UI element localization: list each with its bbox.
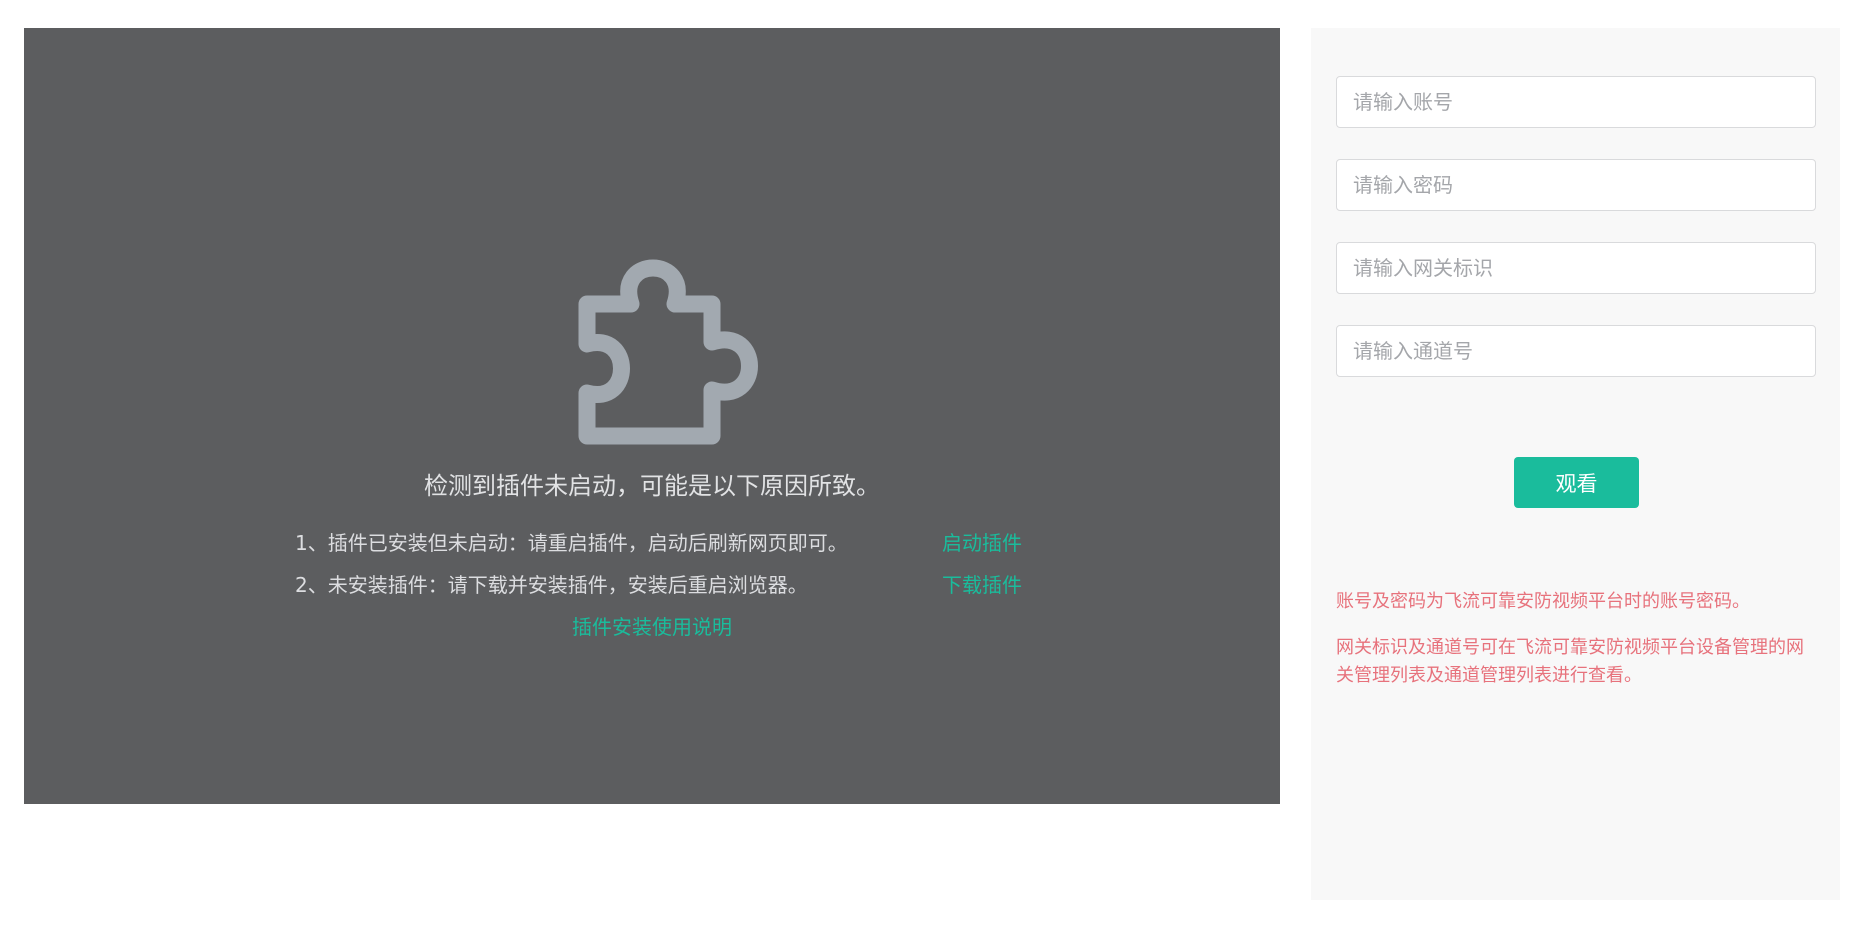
- account-input[interactable]: [1336, 76, 1816, 128]
- channel-number-input[interactable]: [1336, 325, 1816, 377]
- download-plugin-link[interactable]: 下载插件: [942, 569, 1022, 601]
- reason-row-not-installed: 2、未安装插件：请下载并安装插件，安装后重启浏览器。 下载插件: [295, 569, 1035, 601]
- gateway-id-input[interactable]: [1336, 242, 1816, 294]
- plugin-status-headline: 检测到插件未启动，可能是以下原因所致。: [424, 472, 880, 500]
- password-input[interactable]: [1336, 159, 1816, 211]
- reason-text: 1、插件已安装但未启动：请重启插件，启动后刷新网页即可。: [295, 531, 848, 555]
- watch-button[interactable]: 观看: [1514, 457, 1639, 508]
- gateway-note: 网关标识及通道号可在飞流可靠安防视频平台设备管理的网关管理列表及通道管理列表进行…: [1336, 637, 1804, 686]
- account-note: 账号及密码为飞流可靠安防视频平台时的账号密码。: [1336, 591, 1750, 612]
- plugin-guide-link[interactable]: 插件安装使用说明: [24, 611, 1280, 643]
- start-plugin-link[interactable]: 启动插件: [942, 527, 1022, 559]
- page: 检测到插件未启动，可能是以下原因所致。 1、插件已安装但未启动：请重启插件，启动…: [0, 0, 1859, 927]
- plugin-panel: 检测到插件未启动，可能是以下原因所致。 1、插件已安装但未启动：请重启插件，启动…: [24, 28, 1280, 804]
- login-form-panel: 观看 账号及密码为飞流可靠安防视频平台时的账号密码。 网关标识及通道号可在飞流可…: [1311, 28, 1840, 900]
- puzzle-icon: [578, 259, 758, 445]
- reason-text: 2、未安装插件：请下载并安装插件，安装后重启浏览器。: [295, 573, 808, 597]
- reason-row-installed-not-started: 1、插件已安装但未启动：请重启插件，启动后刷新网页即可。 启动插件: [295, 527, 1035, 559]
